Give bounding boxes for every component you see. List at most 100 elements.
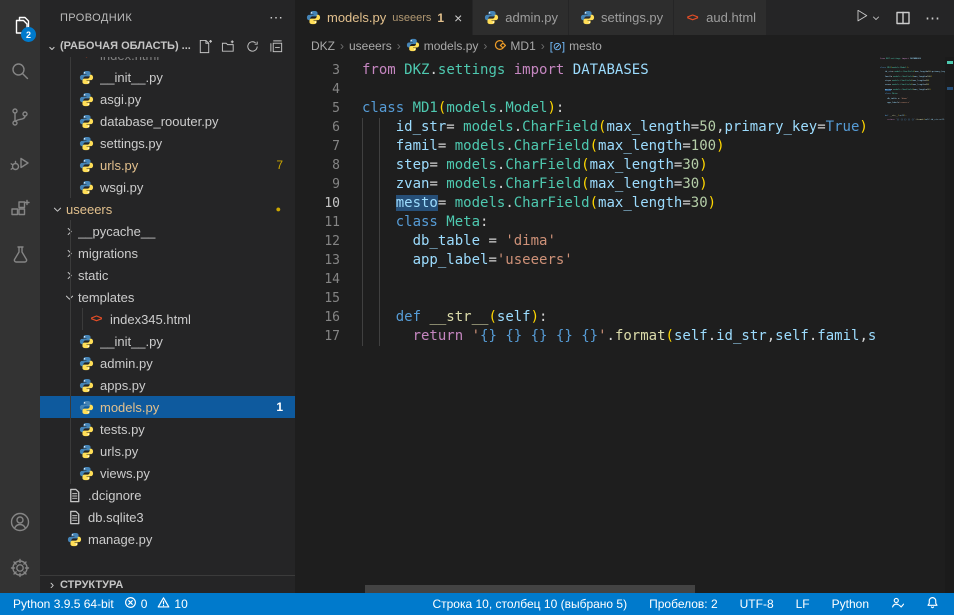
file-item-apps-py[interactable]: apps.py [40, 374, 295, 396]
code-line[interactable]: 12 db_table = 'dima' [295, 232, 878, 251]
collapse-all-icon[interactable] [267, 37, 285, 55]
file-item-index345-html[interactable]: <>index345.html [40, 308, 295, 330]
file-item--init-py[interactable]: __init__.py [40, 330, 295, 352]
tab-admin-py[interactable]: admin.py [473, 0, 569, 35]
status-cursor-position[interactable]: Строка 10, столбец 10 (выбрано 5) [429, 593, 630, 615]
code-line[interactable]: 10 mesto= models.CharField(max_length=30… [295, 194, 878, 213]
line-number[interactable]: 5 [295, 99, 340, 118]
breadcrumb-item-dkz[interactable]: DKZ [311, 39, 335, 53]
code-line[interactable]: 5class MD1(models.Model): [295, 99, 878, 118]
file-item-asgi-py[interactable]: asgi.py [40, 88, 295, 110]
tab-models-py[interactable]: models.pyuseeers1× [295, 0, 473, 35]
file-item-admin-py[interactable]: admin.py [40, 352, 295, 374]
class-symbol-icon [492, 38, 506, 55]
code-line[interactable]: 9 zvan= models.CharField(max_length=30) [295, 175, 878, 194]
file-tree: <>index.html__init__.pyasgi.pydatabase_r… [40, 57, 295, 593]
line-number[interactable]: 15 [295, 289, 340, 308]
code-line[interactable]: 6 id_str= models.CharField(max_length=50… [295, 118, 878, 137]
status-label: Строка 10, столбец 10 (выбрано 5) [432, 597, 627, 611]
code-line[interactable]: 3from DKZ.settings import DATABASES [295, 61, 878, 80]
file-item--dcignore[interactable]: .dcignore [40, 484, 295, 506]
source-control-icon[interactable] [0, 94, 40, 140]
file-item-urls-py[interactable]: urls.py [40, 440, 295, 462]
breadcrumb-item-useeers[interactable]: useeers [349, 39, 392, 53]
status-interpreter[interactable]: Python 3.9.5 64-bit [10, 593, 117, 615]
folder-item--pycache-[interactable]: __pycache__ [40, 220, 295, 242]
extensions-icon[interactable] [0, 186, 40, 232]
settings-icon[interactable] [0, 545, 40, 591]
breadcrumb-item-md1[interactable]: MD1 [492, 38, 535, 55]
code-line[interactable]: 14 [295, 270, 878, 289]
line-number[interactable]: 4 [295, 80, 340, 99]
file-item--init-py[interactable]: __init__.py [40, 66, 295, 88]
code-line[interactable]: 11 class Meta: [295, 213, 878, 232]
breadcrumb-item-models-py[interactable]: models.py [406, 38, 479, 55]
run-button[interactable] [853, 10, 881, 26]
testing-icon[interactable] [0, 232, 40, 278]
run-debug-icon[interactable] [0, 140, 40, 186]
account-icon[interactable] [0, 499, 40, 545]
line-number[interactable]: 6 [295, 118, 340, 137]
search-icon[interactable] [0, 48, 40, 94]
line-number[interactable]: 12 [295, 232, 340, 251]
minimap[interactable]: from DKZ.settings import DATABASESclass … [878, 57, 945, 593]
outline-section-header[interactable]: › СТРУКТУРА [40, 575, 295, 593]
line-number[interactable]: 11 [295, 213, 340, 232]
line-number[interactable]: 13 [295, 251, 340, 270]
new-file-icon[interactable] [195, 37, 213, 55]
folder-item-static[interactable]: static [40, 264, 295, 286]
file-item-tests-py[interactable]: tests.py [40, 418, 295, 440]
breadcrumb-separator: › [539, 39, 547, 53]
explorer-icon[interactable]: 2 [0, 2, 40, 48]
file-item-urls-py[interactable]: urls.py7 [40, 154, 295, 176]
line-number[interactable]: 8 [295, 156, 340, 175]
workspace-section-header[interactable]: ⌄ (РАБОЧАЯ ОБЛАСТЬ) ... [40, 35, 295, 57]
file-item-settings-py[interactable]: settings.py [40, 132, 295, 154]
close-icon[interactable]: × [454, 10, 462, 26]
vertical-scrollbar[interactable] [945, 57, 954, 593]
file-item-wsgi-py[interactable]: wsgi.py [40, 176, 295, 198]
horizontal-scrollbar[interactable] [365, 585, 695, 593]
line-number[interactable]: 3 [295, 61, 340, 80]
code-line[interactable]: 8 step= models.CharField(max_length=30) [295, 156, 878, 175]
file-item-manage-py[interactable]: manage.py [40, 528, 295, 550]
explorer-sidebar: ПРОВОДНИК ⋯ ⌄ (РАБОЧАЯ ОБЛАСТЬ) ... <>in… [40, 0, 295, 593]
file-item-db-sqlite3[interactable]: db.sqlite3 [40, 506, 295, 528]
folder-item-useeers[interactable]: useeers● [40, 198, 295, 220]
status-problems[interactable]: 010 [121, 593, 191, 615]
tree-item[interactable]: <>index.html [40, 57, 295, 66]
line-number[interactable]: 14 [295, 270, 340, 289]
more-actions-icon[interactable]: ⋯ [269, 9, 283, 26]
code-line[interactable]: 13 app_label='useeers' [295, 251, 878, 270]
file-item-database-roouter-py[interactable]: database_roouter.py [40, 110, 295, 132]
line-number[interactable]: 9 [295, 175, 340, 194]
line-number[interactable]: 17 [295, 327, 340, 346]
more-actions-icon[interactable]: ⋯ [925, 9, 940, 27]
breadcrumb-item-mesto[interactable]: [⊘]mesto [550, 39, 602, 53]
code-line[interactable]: 15 [295, 289, 878, 308]
status-encoding[interactable]: UTF-8 [737, 593, 777, 615]
file-item-views-py[interactable]: views.py [40, 462, 295, 484]
refresh-icon[interactable] [243, 37, 261, 55]
file-label: .dcignore [88, 488, 295, 503]
file-item-models-py[interactable]: models.py1 [40, 396, 295, 418]
tab-settings-py[interactable]: settings.py [569, 0, 674, 35]
status-notifications[interactable] [923, 593, 942, 615]
line-number[interactable]: 7 [295, 137, 340, 156]
code-line[interactable]: 16 def __str__(self): [295, 308, 878, 327]
folder-item-templates[interactable]: templates [40, 286, 295, 308]
code-line[interactable]: 4 [295, 80, 878, 99]
folder-item-migrations[interactable]: migrations [40, 242, 295, 264]
tab-aud-html[interactable]: <>aud.html [674, 0, 767, 35]
split-editor-icon[interactable] [895, 10, 911, 26]
status-indentation[interactable]: Пробелов: 2 [646, 593, 721, 615]
new-folder-icon[interactable] [219, 37, 237, 55]
status-eol[interactable]: LF [793, 593, 813, 615]
line-number[interactable]: 16 [295, 308, 340, 327]
line-number[interactable]: 10 [295, 194, 340, 213]
code-line[interactable]: 7 famil= models.CharField(max_length=100… [295, 137, 878, 156]
status-feedback[interactable] [888, 593, 907, 615]
code-line[interactable]: 17 return '{} {} {} {} {}'.format(self.i… [295, 327, 878, 346]
status-language-mode[interactable]: Python [829, 593, 872, 615]
code-editor[interactable]: 3from DKZ.settings import DATABASES45cla… [295, 57, 878, 593]
